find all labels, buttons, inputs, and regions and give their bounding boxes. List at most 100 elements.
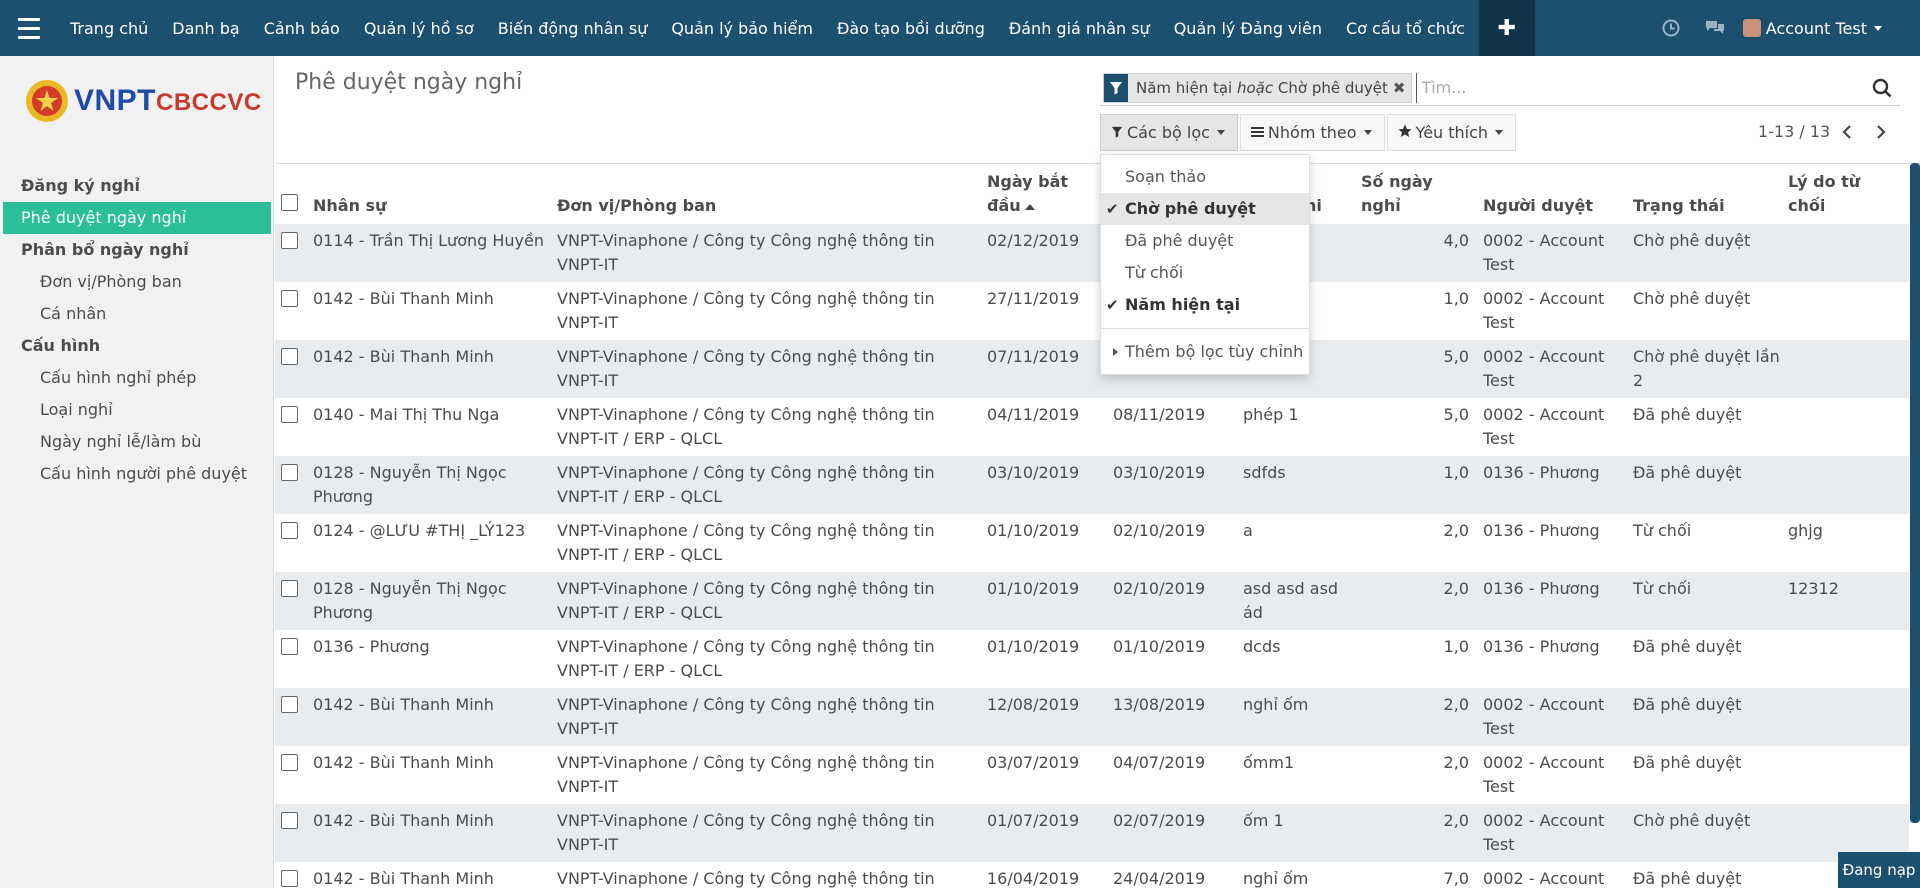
cell-end-date: 03/10/2019 [1113,463,1206,482]
select-all-checkbox[interactable] [281,194,298,211]
row-checkbox[interactable] [281,522,298,539]
sidebar-item[interactable]: Đơn vị/Phòng ban [0,266,273,298]
plus-icon[interactable]: ✚ [1478,0,1535,56]
nav-item[interactable]: Cơ cấu tổ chức [1334,0,1477,56]
row-checkbox[interactable] [281,696,298,713]
groupby-button[interactable]: Nhóm theo [1239,114,1385,151]
cell-approver: 0002 - Account Test [1483,695,1605,738]
nav-item[interactable]: Đánh giá nhân sự [997,0,1162,56]
row-checkbox[interactable] [281,812,298,829]
nav-item[interactable]: Biến động nhân sự [486,0,660,56]
col-department[interactable]: Đơn vị/Phòng ban [553,164,983,224]
row-checkbox[interactable] [281,638,298,655]
row-checkbox[interactable] [281,406,298,423]
col-approver[interactable]: Người duyệt [1479,164,1629,224]
cell-start-date: 01/10/2019 [987,579,1080,598]
table-row[interactable]: 0142 - Bùi Thanh Minh VNPT-Vinaphone / Cô… [275,746,1909,804]
col-days-line1: Số ngày [1361,172,1433,191]
sidebar-item[interactable]: Phân bổ ngày nghỉ [0,234,273,266]
cell-reason: ốmm1 [1243,753,1295,772]
row-checkbox[interactable] [281,754,298,771]
row-checkbox[interactable] [281,348,298,365]
sidebar-item[interactable]: Cấu hình người phê duyệt [0,458,273,490]
cell-start-date: 16/04/2019 [987,869,1080,888]
cell-status: Từ chối [1633,579,1692,598]
emblem-icon [26,80,68,122]
table-row[interactable]: 0136 - Phương VNPT-Vinaphone / Công ty Cô… [275,630,1909,688]
filter-option[interactable]: Đã phê duyệt [1101,225,1309,257]
table-row[interactable]: 0142 - Bùi Thanh Minh VNPT-Vinaphone / Cô… [275,862,1909,888]
search-bar: Năm hiện tại hoặc Chờ phê duyệt ✖ [1100,70,1900,106]
filter-option[interactable]: Soạn thảo [1101,161,1309,193]
filter-option[interactable]: Từ chối [1101,257,1309,289]
filter-option[interactable]: ✔ Chờ phê duyệt [1101,193,1309,225]
add-custom-filter[interactable]: Thêm bộ lọc tùy chỉnh [1101,336,1309,368]
cell-department: VNPT-Vinaphone / Công ty Công nghệ thông… [557,521,935,564]
table-row[interactable]: 0114 - Trần Thị Lương Huyền VNPT-Vinaphon… [275,224,1909,282]
col-start-date[interactable]: Ngày bắt đầu [983,164,1109,224]
col-employee[interactable]: Nhân sự [309,164,553,224]
row-checkbox[interactable] [281,232,298,249]
table-row[interactable]: 0124 - @LƯU #THỊ _LÝ123 VNPT-Vinaphone / … [275,514,1909,572]
cell-start-date: 02/12/2019 [987,231,1080,250]
table-row[interactable]: 0128 - Nguyễn Thị Ngọc Phương VNPT-Vinaph… [275,456,1909,514]
filters-button[interactable]: Các bộ lọc [1100,114,1238,151]
favorites-button[interactable]: Yêu thích [1386,114,1517,151]
col-days[interactable]: Số ngày nghỉ [1357,164,1479,224]
row-checkbox[interactable] [281,870,298,887]
cell-end-date: 01/10/2019 [1113,637,1206,656]
sidebar-item[interactable]: Loại nghỉ [0,394,273,426]
search-input[interactable] [1416,72,1864,103]
search-facet[interactable]: Năm hiện tại hoặc Chờ phê duyệt ✖ [1103,72,1413,103]
sidebar-item[interactable]: Phê duyệt ngày nghỉ [3,202,271,234]
col-reject-reason[interactable]: Lý do từ chối [1784,164,1909,224]
search-options: Các bộ lọc Nhóm theo Yêu thích [1100,114,1518,151]
cell-employee: 0142 - Bùi Thanh Minh [313,869,494,888]
chevron-right-icon[interactable] [1864,124,1898,139]
sidebar-item[interactable]: Cấu hình nghỉ phép [0,362,273,394]
chat-icon[interactable] [1693,0,1737,56]
table-row[interactable]: 0142 - Bùi Thanh Minh VNPT-Vinaphone / Cô… [275,282,1909,340]
nav-item[interactable]: Danh bạ [160,0,251,56]
row-checkbox[interactable] [281,290,298,307]
table-row[interactable]: 0142 - Bùi Thanh Minh VNPT-Vinaphone / Cô… [275,804,1909,862]
table-row[interactable]: 0140 - Mai Thị Thu Nga VNPT-Vinaphone / C… [275,398,1909,456]
row-checkbox[interactable] [281,580,298,597]
filter-option-label: Soạn thảo [1125,167,1206,186]
table-row[interactable]: 0142 - Bùi Thanh Minh VNPT-Vinaphone / Cô… [275,688,1909,746]
sidebar-item[interactable]: Đăng ký nghỉ [0,170,273,202]
account-menu[interactable]: Account Test [1737,0,1920,56]
cell-reason: ốm 1 [1243,811,1284,830]
nav-item[interactable]: Đào tạo bồi dưỡng [825,0,997,56]
col-status[interactable]: Trạng thái [1629,164,1784,224]
cell-department: VNPT-Vinaphone / Công ty Công nghệ thông… [557,231,935,274]
row-select-cell [275,804,309,862]
nav-item[interactable]: Quản lý bảo hiểm [659,0,825,56]
cell-employee: 0114 - Trần Thị Lương Huyền [313,231,544,250]
sidebar-item[interactable]: Cá nhân [0,298,273,330]
filter-option[interactable]: ✔ Năm hiện tại [1101,289,1309,321]
nav-item[interactable]: Quản lý hồ sơ [352,0,486,56]
table-row[interactable]: 0142 - Bùi Thanh Minh VNPT-Vinaphone / Cô… [275,340,1909,398]
sidebar-item[interactable]: Ngày nghỉ lễ/làm bù [0,426,273,458]
table-header: Nhân sự Đơn vị/Phòng ban Ngày bắt đầu hi … [275,164,1909,224]
activity-clock-icon[interactable] [1649,0,1693,56]
table-row[interactable]: 0128 - Nguyễn Thị Ngọc Phương VNPT-Vinaph… [275,572,1909,630]
nav-item[interactable]: Trang chủ [58,0,160,56]
filters-label: Các bộ lọc [1127,123,1210,142]
chevron-left-icon[interactable] [1830,124,1864,139]
app-logo[interactable]: VNPTCBCCVC [0,56,273,146]
facet-remove-icon[interactable]: ✖ [1393,79,1412,97]
search-icon[interactable] [1864,78,1900,98]
row-checkbox[interactable] [281,464,298,481]
nav-item[interactable]: Cảnh báo [252,0,352,56]
cell-approver: 0002 - Account Test [1483,869,1605,888]
sidebar-item[interactable]: Cấu hình [0,330,273,362]
apps-menu-icon[interactable] [0,0,58,56]
scrollbar[interactable] [1910,163,1920,823]
nav-item[interactable]: Quản lý Đảng viên [1162,0,1334,56]
pager-value[interactable]: 1-13 / 13 [1758,122,1830,141]
cell-status: Chờ phê duyệt [1633,289,1751,308]
cell-department: VNPT-Vinaphone / Công ty Công nghệ thông… [557,695,935,738]
sidebar: VNPTCBCCVC Đăng ký nghỉ Phê duyệt ngày ng… [0,56,274,888]
